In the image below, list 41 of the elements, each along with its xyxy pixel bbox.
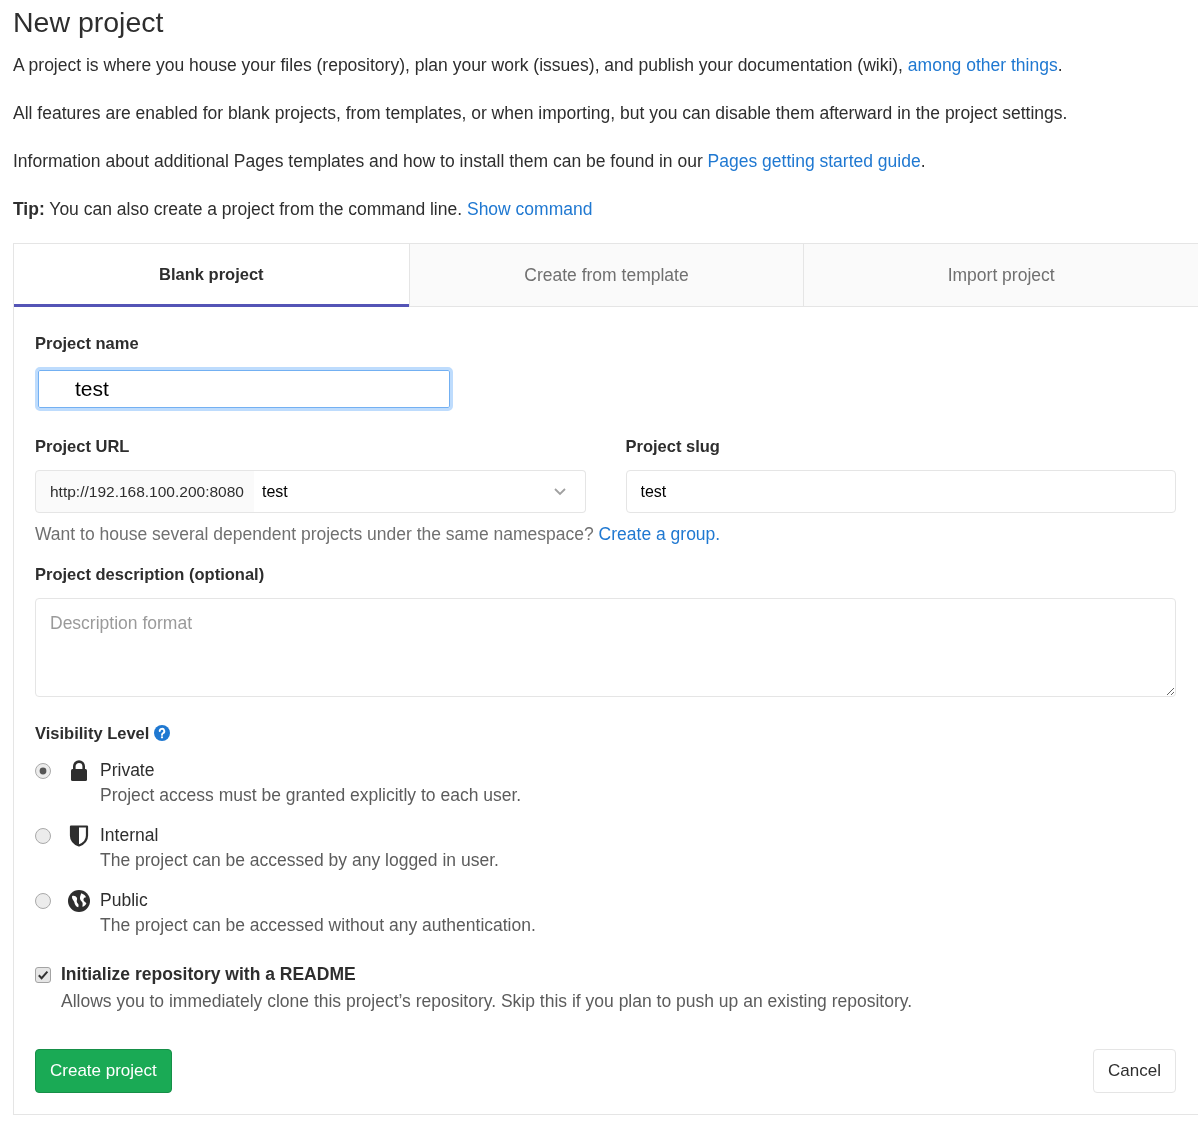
- help-text: Allows you to immediately clone this project’s repository. Skip this if you plan to push up an existing repository.: [61, 990, 913, 1013]
- option-label: Public: [100, 889, 149, 912]
- namespace-select[interactable]: test: [253, 470, 586, 513]
- intro-text: Information about additional Pages templates and how to install them can be found in our Pages getting started guide.: [13, 150, 927, 173]
- page-title: New project: [13, 5, 165, 40]
- option-label: Internal: [100, 824, 160, 847]
- radio-button[interactable]: [35, 763, 51, 779]
- text-link[interactable]: Pages getting started guide: [707, 151, 921, 171]
- text-link[interactable]: Show command: [466, 199, 593, 219]
- help-icon[interactable]: [154, 725, 171, 741]
- project-name-input[interactable]: test: [35, 367, 453, 411]
- project-slug-input[interactable]: test: [625, 470, 1176, 513]
- globe-icon: [68, 890, 90, 912]
- option-label: Private: [100, 759, 156, 782]
- tab[interactable]: Create from template: [408, 244, 804, 307]
- option-description: The project can be accessed by any logged in user.: [100, 849, 499, 872]
- option-description: The project can be accessed without any authentication.: [100, 914, 536, 937]
- field-label: Project name: [35, 333, 140, 353]
- lock-icon: [70, 760, 88, 781]
- checkbox-label: Initialize repository with a README: [61, 963, 357, 986]
- checkbox[interactable]: [35, 967, 51, 983]
- intro-text: Tip: You can also create a project from the command line. Show command: [13, 198, 594, 221]
- description-field[interactable]: Description format: [35, 598, 1176, 697]
- text-link[interactable]: Create a group.: [598, 524, 721, 544]
- option-description: Project access must be granted explicitly to each user.: [100, 784, 522, 807]
- cancel-button[interactable]: Cancel: [1093, 1049, 1176, 1093]
- field-label: Project URL: [35, 436, 131, 456]
- field-label: Project description (optional): [35, 564, 266, 584]
- text-link[interactable]: among other things: [907, 55, 1058, 75]
- help-text: Want to house several dependent projects under the same namespace? Create a group.: [35, 523, 722, 545]
- radio-button[interactable]: [35, 893, 51, 909]
- radio-button[interactable]: [35, 828, 51, 844]
- tab[interactable]: Import project: [803, 244, 1198, 307]
- url-prefix: http://192.168.100.200:8080: [35, 470, 255, 513]
- intro-text: A project is where you house your files (repository), plan your work (issues), and publish your documentation (wiki), among other things.: [13, 54, 1064, 77]
- field-label: Project slug: [625, 436, 721, 456]
- field-label: Visibility Level: [35, 723, 150, 743]
- chevron-down-icon: [553, 487, 566, 496]
- create-button[interactable]: Create project: [35, 1049, 172, 1093]
- shield-icon: [69, 825, 89, 847]
- intro-text: All features are enabled for blank projects, from templates, or when importing, but you can disable them afterward in the project settings.: [13, 102, 1069, 125]
